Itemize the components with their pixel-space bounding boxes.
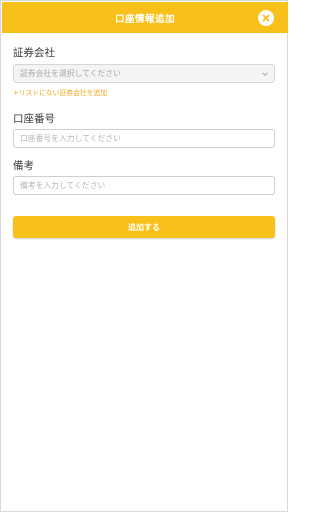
- company-select[interactable]: 証券会社を選択してください: [13, 64, 275, 83]
- account-number-label: 口座番号: [13, 113, 55, 125]
- company-select-placeholder: 証券会社を選択してください: [20, 69, 121, 78]
- account-number-input[interactable]: [13, 129, 275, 148]
- modal-title: 口座情報追加: [114, 13, 175, 25]
- note-label: 備考: [13, 160, 34, 172]
- add-button[interactable]: 追加する: [13, 216, 275, 238]
- modal-frame: 口座情報追加 証券会社 証券会社を選択してください +リストにない証券会社を追加…: [0, 0, 288, 512]
- add-company-link[interactable]: +リストにない証券会社を追加: [13, 87, 107, 97]
- close-icon[interactable]: [258, 10, 274, 26]
- company-label: 証券会社: [13, 47, 55, 59]
- note-input[interactable]: [13, 176, 275, 195]
- modal-header: 口座情報追加: [2, 2, 288, 33]
- chevron-down-icon: [262, 72, 268, 77]
